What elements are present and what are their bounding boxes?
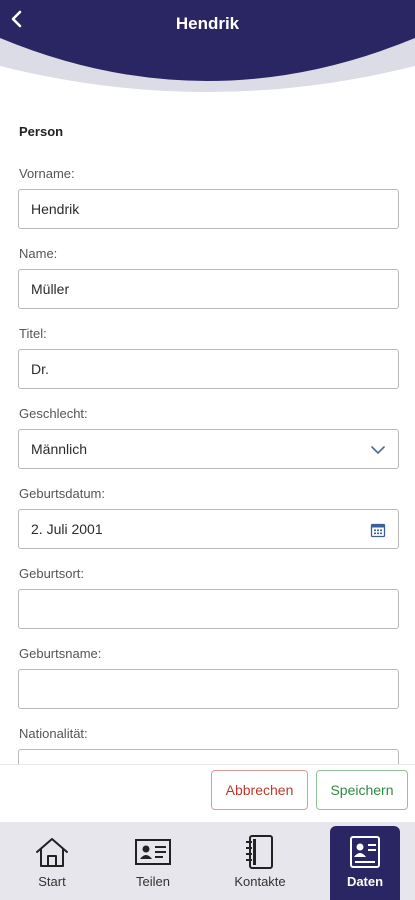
nationalitaet-input[interactable] [18, 749, 399, 764]
titel-value: Dr. [31, 361, 49, 377]
nationalitaet-label: Nationalität: [19, 726, 88, 741]
titel-input[interactable]: Dr. [18, 349, 399, 389]
person-form: Person Vorname: Hendrik Name: Müller Tit… [0, 110, 415, 764]
vorname-input[interactable]: Hendrik [18, 189, 399, 229]
nav-label-kontakte: Kontakte [234, 874, 286, 889]
address-book-icon [243, 834, 277, 870]
nav-label-daten: Daten [346, 874, 384, 889]
geburtsdatum-value: 2. Juli 2001 [31, 521, 103, 537]
home-icon [33, 834, 71, 870]
geburtsdatum-input[interactable]: 2. Juli 2001 [18, 509, 399, 549]
geschlecht-select[interactable]: Männlich [18, 429, 399, 469]
geburtsname-label: Geburtsname: [19, 646, 102, 661]
nav-item-kontakte[interactable]: Kontakte [214, 822, 306, 900]
app-header: Hendrik [0, 0, 415, 110]
chevron-down-icon [368, 440, 388, 460]
bottom-navigation: Start Teilen Kontakte Daten [0, 822, 415, 900]
page-title: Hendrik [175, 14, 240, 33]
action-bar: Abbrechen Speichern [0, 764, 415, 822]
id-card-icon [134, 834, 172, 870]
geschlecht-label: Geschlecht: [19, 406, 88, 421]
name-value: Müller [31, 281, 70, 297]
nav-item-daten[interactable]: Daten [330, 826, 400, 900]
geburtsdatum-label: Geburtsdatum: [19, 486, 105, 501]
vorname-value: Hendrik [31, 201, 80, 217]
titel-label: Titel: [19, 326, 47, 341]
nav-item-teilen[interactable]: Teilen [110, 822, 196, 900]
nav-label-start: Start [38, 874, 66, 889]
vorname-label: Vorname: [19, 166, 75, 181]
name-label: Name: [19, 246, 58, 261]
section-title: Person [19, 124, 64, 139]
geburtsname-input[interactable] [18, 669, 399, 709]
profile-card-icon [348, 834, 382, 870]
cancel-button[interactable]: Abbrechen [211, 770, 308, 810]
nav-item-start[interactable]: Start [10, 822, 94, 900]
geburtsort-label: Geburtsort: [19, 566, 85, 581]
name-input[interactable]: Müller [18, 269, 399, 309]
save-button[interactable]: Speichern [316, 770, 408, 810]
geschlecht-value: Männlich [31, 441, 88, 457]
calendar-icon[interactable] [368, 520, 388, 540]
nav-label-teilen: Teilen [136, 874, 170, 889]
geburtsort-input[interactable] [18, 589, 399, 629]
